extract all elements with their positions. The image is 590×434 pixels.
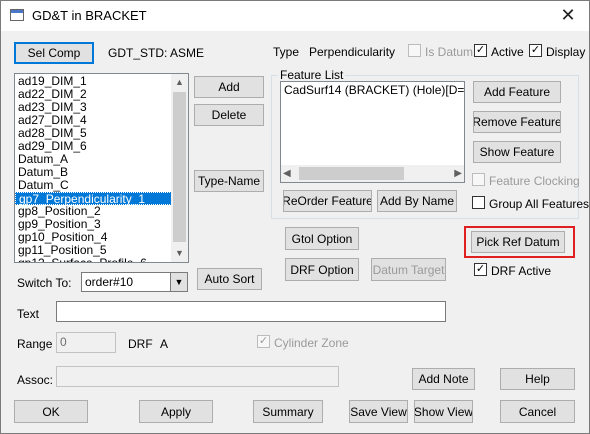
feature-list-title: Feature List	[278, 68, 346, 82]
scroll-down-icon[interactable]: ▼	[171, 245, 188, 262]
show-feature-button[interactable]: Show Feature	[473, 141, 561, 163]
assoc-input[interactable]	[56, 366, 339, 387]
feature-clocking-label: Feature Clocking	[489, 174, 580, 188]
add-by-name-button[interactable]: Add By Name	[377, 190, 457, 212]
range-label: Range	[17, 337, 53, 351]
window-title: GD&T in BRACKET	[32, 8, 147, 23]
gdt-dialog: GD&T in BRACKET ✕ Sel Comp GDT_STD: ASME…	[0, 0, 590, 434]
group-all-label: Group All Features	[489, 197, 590, 211]
scroll-right-icon[interactable]: ▶	[448, 165, 462, 182]
gtol-option-button[interactable]: Gtol Option	[285, 227, 359, 250]
add-note-button[interactable]: Add Note	[412, 368, 475, 390]
drf-value: A	[160, 337, 169, 351]
reorder-feature-button[interactable]: ReOrder Feature	[283, 190, 372, 212]
assoc-label: Assoc:	[17, 373, 54, 387]
cylinder-zone-label: Cylinder Zone	[274, 336, 349, 350]
items-scrollbar[interactable]: ▲ ▼	[171, 74, 188, 262]
type-name-button[interactable]: Type-Name	[194, 170, 264, 192]
datum-target-button[interactable]: Datum Target	[371, 258, 446, 281]
scroll-thumb[interactable]	[173, 92, 186, 242]
text-label: Text	[17, 307, 40, 321]
show-view-button[interactable]: Show View	[414, 400, 473, 423]
auto-sort-button[interactable]: Auto Sort	[197, 268, 262, 290]
add-feature-button[interactable]: Add Feature	[473, 81, 561, 103]
hscroll-thumb[interactable]	[299, 167, 404, 180]
feature-clocking-checkbox[interactable]	[472, 173, 485, 186]
type-label: Type	[273, 45, 300, 59]
drf-label: DRF	[128, 337, 153, 351]
pick-ref-datum-button[interactable]: Pick Ref Datum	[471, 231, 565, 253]
summary-button[interactable]: Summary	[253, 400, 323, 423]
ok-button[interactable]: OK	[14, 400, 88, 423]
feature-hscrollbar[interactable]: ◀ ▶	[281, 165, 464, 182]
scroll-up-icon[interactable]: ▲	[171, 74, 188, 91]
apply-button[interactable]: Apply	[139, 400, 213, 423]
drf-active-label: DRF Active	[491, 264, 552, 278]
is-datum-label: Is Datum	[425, 45, 474, 59]
list-item[interactable]: Datum_C	[15, 179, 172, 192]
active-checkbox[interactable]: ✓	[474, 44, 487, 57]
display-label: Display	[546, 45, 586, 59]
cancel-button[interactable]: Cancel	[500, 400, 575, 423]
add-button[interactable]: Add	[194, 76, 264, 98]
save-view-button[interactable]: Save View	[349, 400, 408, 423]
active-label: Active	[491, 45, 524, 59]
switch-to-label: Switch To:	[17, 276, 72, 290]
sel-comp-button[interactable]: Sel Comp	[14, 42, 94, 64]
switch-to-value: order#10	[85, 275, 134, 289]
group-all-checkbox[interactable]	[472, 196, 485, 209]
window-icon	[10, 9, 24, 21]
delete-button[interactable]: Delete	[194, 104, 264, 126]
gdt-items-list[interactable]: ad19_DIM_1 ad22_DIM_2 ad23_DIM_3 ad27_DIM_4…	[14, 73, 189, 263]
type-value: Perpendicularity	[309, 45, 396, 59]
scroll-left-icon[interactable]: ◀	[283, 165, 297, 182]
remove-feature-button[interactable]: Remove Feature	[473, 111, 561, 133]
switch-to-select[interactable]: order#10 ▼	[81, 272, 188, 292]
drf-active-checkbox[interactable]: ✓	[474, 263, 487, 276]
title-bar: GD&T in BRACKET ✕	[1, 1, 589, 31]
help-button[interactable]: Help	[500, 368, 575, 390]
feature-list-item[interactable]: CadSurf14 (BRACKET) (Hole)[D=10.50]	[281, 84, 464, 97]
chevron-down-icon[interactable]: ▼	[170, 273, 187, 291]
feature-listbox[interactable]: CadSurf14 (BRACKET) (Hole)[D=10.50] ◀ ▶	[280, 81, 465, 183]
drf-option-button[interactable]: DRF Option	[285, 258, 359, 281]
text-input[interactable]	[56, 301, 446, 322]
list-item[interactable]: gp12_Surface_Profile_6	[15, 257, 172, 263]
gdt-std-label: GDT_STD: ASME	[108, 46, 205, 60]
display-checkbox[interactable]: ✓	[529, 44, 542, 57]
is-datum-checkbox[interactable]	[408, 44, 421, 57]
range-input[interactable]: 0	[56, 332, 116, 353]
close-icon[interactable]: ✕	[555, 4, 581, 26]
cylinder-zone-checkbox[interactable]: ✓	[257, 335, 270, 348]
